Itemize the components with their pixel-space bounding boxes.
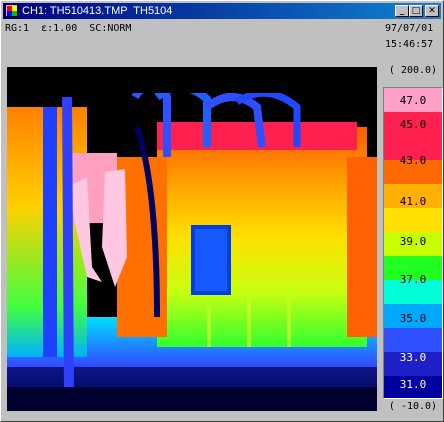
- capture-time: 15:46:57: [385, 39, 434, 50]
- scale-min-range: ( -10.0): [388, 401, 438, 412]
- capture-date: 97/07/01: [385, 23, 434, 34]
- window-title: CH1: TH510413.TMP TH5104: [22, 5, 173, 17]
- scale-max-range: ( 200.0): [388, 65, 438, 76]
- scale-label: 35.0: [399, 312, 427, 325]
- scale-band: [384, 328, 442, 352]
- minimize-button[interactable]: _: [395, 5, 409, 17]
- scale-label: 39.0: [399, 235, 427, 248]
- scale-band: [384, 208, 442, 232]
- scale-label: 45.0: [399, 118, 427, 131]
- close-button[interactable]: ✕: [425, 5, 439, 17]
- scale-label: 33.0: [399, 351, 427, 364]
- temperature-scale: 47.0 45.0 43.0 41.0 39.0 37.0 35.0 33.0 …: [383, 87, 443, 399]
- scale-label: 31.0: [399, 378, 427, 391]
- thermal-image-graphic: [7, 67, 377, 411]
- scale-label: 37.0: [399, 273, 427, 286]
- title-bar[interactable]: CH1: TH510413.TMP TH5104 _ □ ✕: [3, 3, 441, 19]
- measurement-settings: RG:1 ε:1.00 SC:NORM: [5, 23, 132, 34]
- thermal-image[interactable]: [7, 67, 377, 411]
- scale-label: 47.0: [399, 94, 427, 107]
- scale-label: 41.0: [399, 195, 427, 208]
- thermal-viewer-window: CH1: TH510413.TMP TH5104 _ □ ✕ RG:1 ε:1.…: [0, 0, 444, 422]
- scale-label: 43.0: [399, 154, 427, 167]
- app-icon[interactable]: [5, 4, 18, 17]
- maximize-button[interactable]: □: [409, 5, 423, 17]
